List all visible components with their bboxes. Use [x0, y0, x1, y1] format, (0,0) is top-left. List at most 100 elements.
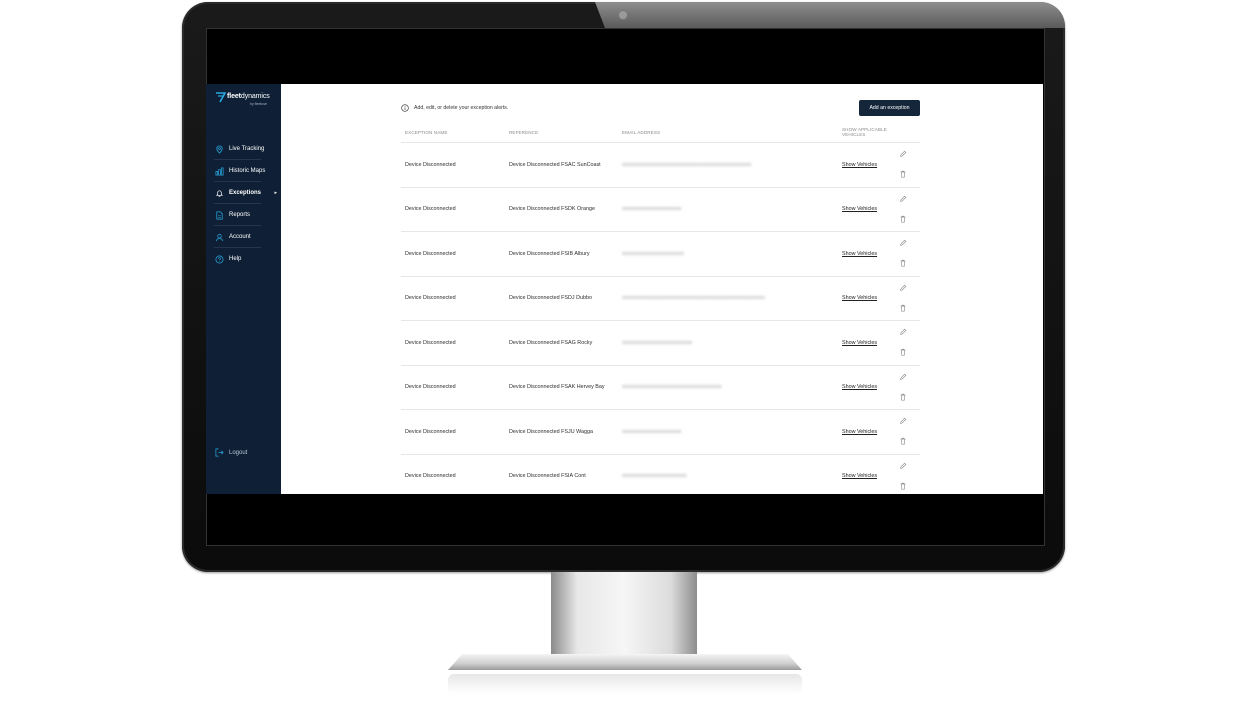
reference-cell: Device Disconnected FSJU Wagga [509, 428, 593, 435]
brand-name: fleetdynamics [227, 93, 270, 100]
show-vehicles-link[interactable]: Show Vehicles [842, 162, 877, 168]
exception-name-cell: Device Disconnected [405, 161, 456, 168]
trash-icon[interactable] [899, 393, 907, 401]
logo-mark-icon [216, 92, 226, 103]
show-vehicles-link[interactable]: Show Vehicles [842, 340, 877, 346]
show-vehicles-link[interactable]: Show Vehicles [842, 429, 877, 435]
reference-cell: Device Disconnected FSAC SunCoast [509, 161, 601, 168]
sidebar-item-label: Account [229, 234, 251, 240]
sidebar-item-label: Reports [229, 212, 251, 218]
pencil-icon[interactable] [899, 417, 907, 425]
reference-cell: Device Disconnected FSIA Cont [509, 473, 586, 480]
pencil-icon[interactable] [899, 462, 907, 470]
pencil-icon[interactable] [899, 239, 907, 247]
reference-cell: Device Disconnected FSDK Orange [509, 206, 595, 213]
trash-icon[interactable] [899, 170, 907, 178]
table-row: Device Disconnected Device Disconnected … [401, 277, 920, 321]
logout-icon [215, 448, 224, 457]
email-cell: xxxxxxxxxxxxxxxxxxxxxxx [622, 250, 684, 257]
monitor-bezel-reflection [595, 2, 1065, 28]
table-row: Device Disconnected Device Disconnected … [401, 455, 920, 495]
sidebar-item-reports[interactable]: Reports [206, 204, 281, 226]
email-cell: xxxxxxxxxxxxxxxxxxxxxx [622, 428, 682, 435]
table-row: Device Disconnected Device Disconnected … [401, 143, 920, 188]
column-header-exception-name[interactable]: Exception Name [405, 130, 448, 135]
email-cell: xxxxxxxxxxxxxxxxxxxxxxxxxxxxxxxxxxxxx [622, 384, 722, 391]
trash-icon[interactable] [899, 482, 907, 490]
add-exception-button[interactable]: Add an exception [859, 100, 920, 116]
exception-name-cell: Device Disconnected [405, 206, 456, 213]
info-text: Add, edit, or delete your exception aler… [414, 105, 509, 111]
table-row: Device Disconnected Device Disconnected … [401, 366, 920, 410]
sidebar-item-label: Live Tracking [229, 146, 265, 152]
show-vehicles-link[interactable]: Show Vehicles [842, 251, 877, 257]
location-pin-icon [216, 145, 223, 154]
sidebar-item-exceptions[interactable]: Exceptions ▸ [206, 182, 281, 204]
sidebar-item-label: Exceptions [229, 190, 262, 196]
user-icon [215, 233, 224, 241]
sidebar: fleetdynamics by fleetuse Live Tracking … [206, 84, 281, 494]
table-row: Device Disconnected Device Disconnected … [401, 188, 920, 232]
exception-name-cell: Device Disconnected [405, 250, 456, 257]
main-content: Add, edit, or delete your exception aler… [281, 84, 1043, 494]
reference-cell: Device Disconnected FSDJ Dubbo [509, 295, 592, 302]
monitor-stand-base [448, 654, 802, 670]
sidebar-item-help[interactable]: Help [206, 248, 281, 270]
show-vehicles-link[interactable]: Show Vehicles [842, 206, 877, 212]
trash-icon[interactable] [899, 215, 907, 223]
trash-icon[interactable] [899, 348, 907, 356]
monitor-stand-reflection [448, 674, 802, 694]
email-cell: xxxxxxxxxxxxxxxxxxxxxxxxxxxxxxxxxxxxxxxx… [622, 161, 752, 168]
bell-icon [215, 189, 224, 197]
column-header-show-vehicles[interactable]: Show Applicable Vehicles [842, 127, 897, 137]
sidebar-item-label: Help [229, 256, 242, 262]
pencil-icon[interactable] [899, 195, 907, 203]
show-vehicles-link[interactable]: Show Vehicles [842, 473, 877, 479]
email-cell: xxxxxxxxxxxxxxxxxxxxxxxxxx [622, 339, 693, 346]
brand-subtitle: by fleetuse [250, 102, 267, 106]
reference-cell: Device Disconnected FSIB Albury [509, 250, 590, 257]
exceptions-table: Exception Name Reference Email Address S… [401, 127, 920, 494]
table-row: Device Disconnected Device Disconnected … [401, 321, 920, 366]
sidebar-item-account[interactable]: Account [206, 226, 281, 248]
show-vehicles-link[interactable]: Show Vehicles [842, 295, 877, 301]
brand-logo[interactable]: fleetdynamics by fleetuse [215, 91, 275, 111]
reference-cell: Device Disconnected FSAK Hervey Bay [509, 384, 605, 391]
exception-name-cell: Device Disconnected [405, 384, 456, 391]
exception-name-cell: Device Disconnected [405, 428, 456, 435]
show-vehicles-link[interactable]: Show Vehicles [842, 384, 877, 390]
column-header-email[interactable]: Email Address [622, 130, 660, 135]
chart-icon [215, 167, 224, 175]
table-row: Device Disconnected Device Disconnected … [401, 410, 920, 455]
table-header: Exception Name Reference Email Address S… [401, 127, 920, 143]
exception-name-cell: Device Disconnected [405, 473, 456, 480]
info-message: Add, edit, or delete your exception aler… [401, 104, 508, 112]
chevron-right-icon: ▸ [274, 190, 277, 196]
sidebar-item-live-tracking[interactable]: Live Tracking [206, 138, 281, 160]
pencil-icon[interactable] [899, 373, 907, 381]
email-cell: xxxxxxxxxxxxxxxxxxxxxxxxxxxxxxxxxxxxxxxx… [622, 295, 765, 302]
app-window: fleetdynamics by fleetuse Live Tracking … [206, 84, 1043, 494]
table-row: Device Disconnected Device Disconnected … [401, 232, 920, 277]
monitor-stand-neck [551, 572, 697, 658]
sidebar-item-historic-maps[interactable]: Historic Maps [206, 160, 281, 182]
column-header-reference[interactable]: Reference [509, 130, 538, 135]
document-icon [216, 211, 223, 219]
email-cell: xxxxxxxxxxxxxxxxxxxxxx [622, 206, 682, 213]
sidebar-nav: Live Tracking Historic Maps Exceptions ▸… [206, 138, 281, 270]
table-body: Device Disconnected Device Disconnected … [401, 143, 920, 494]
logout-label: Logout [229, 449, 248, 456]
logout-button[interactable]: Logout [215, 448, 247, 457]
sidebar-item-label: Historic Maps [229, 168, 266, 174]
trash-icon[interactable] [899, 259, 907, 267]
info-icon [401, 104, 409, 112]
pencil-icon[interactable] [899, 150, 907, 158]
exception-name-cell: Device Disconnected [405, 339, 456, 346]
trash-icon[interactable] [899, 437, 907, 445]
help-icon [215, 255, 224, 263]
pencil-icon[interactable] [899, 284, 907, 292]
pencil-icon[interactable] [899, 328, 907, 336]
trash-icon[interactable] [899, 304, 907, 312]
exception-name-cell: Device Disconnected [405, 295, 456, 302]
email-cell: xxxxxxxxxxxxxxxxxxxxxxxx [622, 473, 687, 480]
